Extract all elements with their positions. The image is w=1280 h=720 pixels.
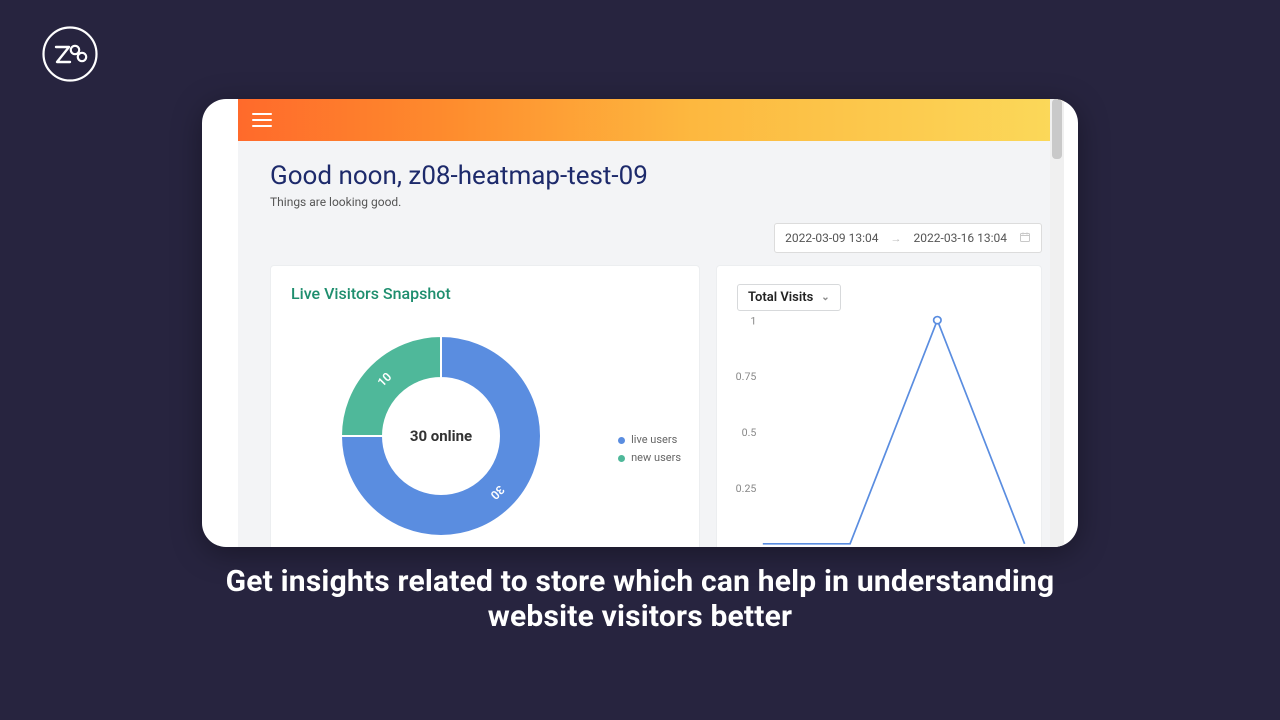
legend-item-live: live users	[618, 431, 681, 449]
caption-line-2: website visitors better	[488, 599, 792, 634]
scrollbar-thumb[interactable]	[1052, 99, 1062, 159]
arrow-right-icon: →	[891, 232, 902, 245]
caption-line-1: Get insights related to store which can …	[226, 564, 1055, 599]
svg-text:1: 1	[750, 314, 756, 327]
legend-label-live: live users	[631, 431, 677, 449]
donut-chart: 3010 30 online	[331, 326, 551, 546]
legend-dot-live	[618, 437, 625, 444]
donut-legend: live users new users	[618, 431, 681, 467]
dropdown-label: Total Visits	[748, 290, 813, 305]
page-title: Good noon, z08-heatmap-test-09	[270, 161, 1042, 191]
marketing-caption: Get insights related to store which can …	[160, 565, 1120, 634]
chevron-down-icon: ⌄	[821, 292, 829, 303]
metric-dropdown[interactable]: Total Visits ⌄	[737, 284, 841, 311]
date-from: 2022-03-09 13:04	[785, 231, 878, 245]
date-to: 2022-03-16 13:04	[914, 231, 1007, 245]
live-visitors-panel: Live Visitors Snapshot 3010 30 online li…	[270, 265, 700, 547]
brand-logo	[42, 26, 98, 82]
svg-text:0.25: 0.25	[736, 482, 757, 495]
calendar-icon	[1019, 231, 1031, 246]
date-range-picker[interactable]: 2022-03-09 13:04 → 2022-03-16 13:04	[774, 223, 1042, 253]
svg-text:0.75: 0.75	[736, 370, 757, 383]
page-subtitle: Things are looking good.	[270, 195, 1042, 209]
scrollbar[interactable]	[1050, 99, 1064, 547]
menu-icon[interactable]	[252, 113, 272, 127]
app-viewport: Good noon, z08-heatmap-test-09 Things ar…	[238, 99, 1064, 547]
legend-item-new: new users	[618, 449, 681, 467]
legend-dot-new	[618, 455, 625, 462]
panel-title: Live Visitors Snapshot	[291, 284, 681, 303]
svg-text:0.5: 0.5	[742, 426, 757, 439]
app-topbar	[238, 99, 1064, 141]
screenshot-frame: Good noon, z08-heatmap-test-09 Things ar…	[202, 99, 1078, 547]
legend-label-new: new users	[631, 449, 681, 467]
total-visits-panel: Total Visits ⌄ 0.25 0.5 0.75 1	[716, 265, 1042, 547]
line-chart: 0.25 0.5 0.75 1	[733, 314, 1031, 547]
